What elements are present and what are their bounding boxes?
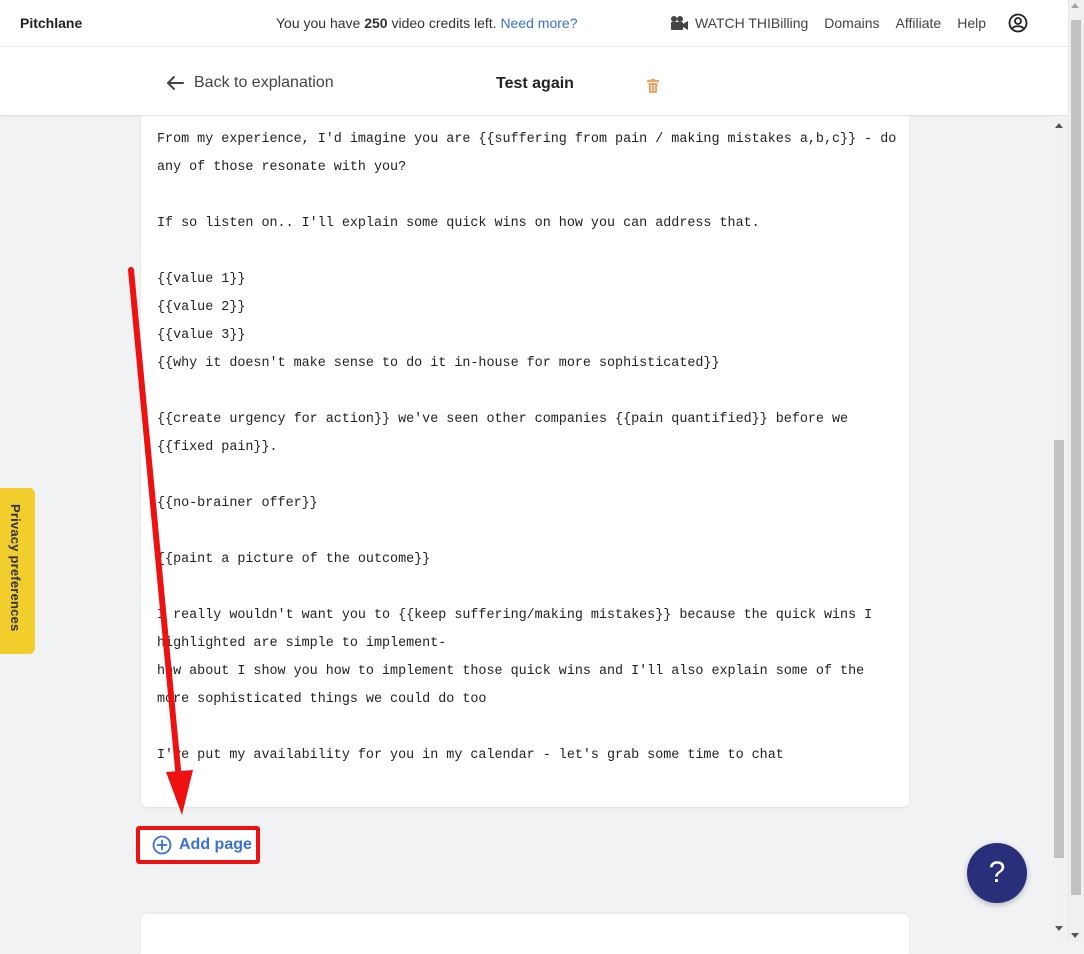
brand-logo[interactable]: Pitchlane	[20, 15, 82, 31]
user-account-icon[interactable]	[1008, 13, 1028, 33]
script-blank-line	[157, 238, 897, 266]
credits-prefix: You you have	[276, 15, 361, 31]
privacy-label: Privacy preferences	[8, 504, 23, 632]
top-navbar: Pitchlane You you have 250 video credits…	[0, 0, 1068, 47]
content-scroll-thumb[interactable]	[1054, 440, 1064, 858]
back-to-explanation-button[interactable]: Back to explanation	[166, 74, 334, 92]
privacy-preferences-tab[interactable]: Privacy preferences	[0, 488, 35, 654]
need-more-link[interactable]: Need more?	[500, 15, 577, 31]
video-camera-icon	[670, 16, 688, 30]
trash-icon[interactable]	[647, 79, 659, 93]
script-line: I really wouldn't want you to {{keep suf…	[157, 608, 881, 651]
nav-billing[interactable]: Billing	[771, 15, 808, 31]
plus-circle-icon	[152, 835, 172, 855]
content-scroll-down-icon[interactable]	[1055, 926, 1063, 931]
watch-label: WATCH THI	[694, 15, 771, 31]
script-blank-line	[157, 518, 897, 546]
nav-affiliate[interactable]: Affiliate	[896, 15, 942, 31]
script-blank-line	[157, 378, 897, 406]
script-line: {{paint a picture of the outcome}}	[157, 552, 431, 567]
script-line: If so listen on.. I'll explain some quic…	[157, 216, 760, 231]
script-text[interactable]: From my experience, I'd imagine you are …	[157, 126, 897, 770]
credits-suffix: video credits left.	[391, 15, 497, 31]
script-line: {{value 2}}	[157, 300, 246, 315]
script-line: {{value 1}}	[157, 272, 246, 287]
content-scroll-up-icon[interactable]	[1055, 123, 1063, 128]
add-page-label: Add page	[179, 836, 252, 853]
script-line: From my experience, I'd imagine you are …	[157, 132, 905, 175]
credits-count: 250	[364, 15, 388, 31]
page-scroll-down-icon[interactable]	[1071, 933, 1079, 938]
editor-header: Back to explanation Test again	[0, 47, 1068, 116]
script-blank-line	[157, 182, 897, 210]
script-line: {{value 3}}	[157, 328, 246, 343]
script-blank-line	[157, 714, 897, 742]
script-blank-line	[157, 574, 897, 602]
script-line: {{why it doesn't make sense to do it in-…	[157, 356, 720, 371]
script-line: {{no-brainer offer}}	[157, 496, 318, 511]
nav-domains[interactable]: Domains	[824, 15, 879, 31]
back-label: Back to explanation	[194, 74, 334, 91]
script-line: how about I show you how to implement th…	[157, 664, 873, 707]
next-page-card	[141, 914, 909, 954]
page-scroll-up-icon[interactable]	[1071, 3, 1079, 8]
watch-tutorial-link[interactable]: WATCH THI	[669, 15, 771, 31]
script-blank-line	[157, 462, 897, 490]
main-nav: WATCH THI Billing Domains Affiliate Help	[669, 13, 1068, 33]
arrow-left-icon	[167, 76, 184, 90]
page-scroll-thumb[interactable]	[1071, 20, 1081, 895]
script-card: From my experience, I'd imagine you are …	[141, 116, 909, 807]
credits-notice: You you have 250 video credits left. Nee…	[276, 15, 577, 31]
script-line: {{create urgency for action}} we've seen…	[157, 412, 857, 455]
script-line: I've put my availability for you in my c…	[157, 748, 784, 763]
add-page-button[interactable]: Add page	[136, 826, 260, 864]
nav-help[interactable]: Help	[957, 15, 986, 31]
help-chat-button[interactable]: ?	[967, 843, 1027, 903]
page-title: Test again	[496, 75, 574, 92]
